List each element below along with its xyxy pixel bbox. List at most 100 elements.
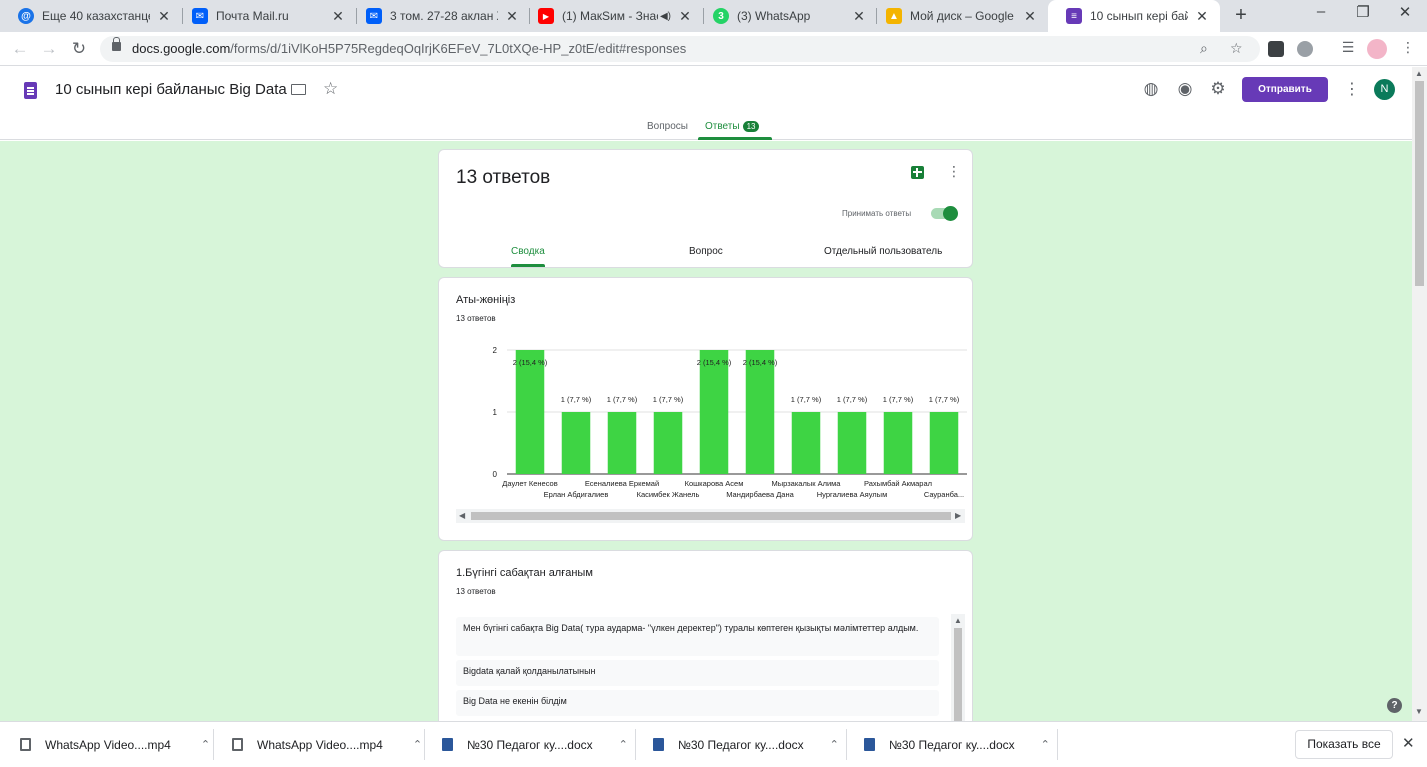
browser-tab-3[interactable]: ✉ 3 том. 27-28 аклан Жі ✕ xyxy=(348,0,530,32)
page-vertical-scrollbar[interactable]: ▲ ▼ xyxy=(1412,67,1427,721)
browser-tab-5[interactable]: 3 (3) WhatsApp ✕ xyxy=(695,0,877,32)
whatsapp-icon: 3 xyxy=(713,8,729,24)
close-icon[interactable]: ✕ xyxy=(1194,8,1210,25)
browser-tab-4[interactable]: ▶ (1) МакSим - Знас ◀) ✕ xyxy=(520,0,703,32)
more-vert-icon[interactable]: ⋮ xyxy=(947,163,961,180)
category-label: Касимбек Жанель xyxy=(637,490,700,499)
browser-tab-2[interactable]: ✉ Почта Mail.ru ✕ xyxy=(174,0,356,32)
minimize-icon[interactable]: – xyxy=(1306,3,1336,20)
speaker-icon[interactable]: ◀) xyxy=(660,11,671,22)
more-vert-icon[interactable]: ⋮ xyxy=(1344,79,1360,99)
close-downloads-icon[interactable]: ✕ xyxy=(1402,734,1415,752)
reading-list-icon[interactable]: ☰ xyxy=(1337,39,1359,56)
browser-tab-strip: @ Еще 40 казахстанцев з ✕ ✉ Почта Mail.r… xyxy=(0,0,1427,32)
help-icon[interactable]: ? xyxy=(1387,698,1402,713)
lock-icon xyxy=(112,37,121,51)
download-item[interactable]: WhatsApp Video....mp4 ⌃ xyxy=(232,722,422,767)
browser-tab-1[interactable]: @ Еще 40 казахстанцев з ✕ xyxy=(0,0,182,32)
bar xyxy=(699,350,729,474)
close-icon[interactable]: ✕ xyxy=(504,8,520,25)
close-icon[interactable]: ✕ xyxy=(330,8,346,25)
scrollbar-thumb[interactable] xyxy=(471,512,951,520)
scrollbar-thumb[interactable] xyxy=(954,628,962,721)
youtube-icon: ▶ xyxy=(538,8,554,24)
url-text[interactable]: docs.google.com/forms/d/1iVlKoH5P75Regde… xyxy=(132,41,686,56)
forward-icon[interactable]: → xyxy=(38,39,60,59)
download-item[interactable]: №30 Педагог ку....docx ⌃ xyxy=(653,722,839,767)
accept-responses-toggle[interactable] xyxy=(931,206,958,221)
browser-menu-icon[interactable]: ⋮ xyxy=(1397,39,1419,56)
chevron-up-icon[interactable]: ⌃ xyxy=(413,738,422,751)
subtab-underline xyxy=(511,264,545,267)
scroll-up-icon[interactable]: ▲ xyxy=(954,616,962,625)
data-label: 1 (7,7 %) xyxy=(929,395,960,404)
download-divider xyxy=(424,729,425,760)
subtab-summary[interactable]: Сводка xyxy=(511,246,545,257)
zoom-icon[interactable]: ⌕ xyxy=(1200,40,1208,57)
tab-responses[interactable]: Ответы 13 xyxy=(705,121,760,132)
scroll-up-icon[interactable]: ▲ xyxy=(1415,69,1423,78)
category-label: Кошкарова Асем xyxy=(685,479,744,488)
new-tab-icon[interactable]: + xyxy=(1230,4,1252,26)
mail-at-icon: @ xyxy=(18,8,34,24)
chart-horizontal-scrollbar[interactable]: ◀ ▶ xyxy=(456,509,965,523)
scroll-down-icon[interactable]: ▼ xyxy=(1415,707,1423,716)
avatar[interactable]: N xyxy=(1374,79,1395,100)
preview-eye-icon[interactable]: ◉ xyxy=(1174,79,1196,99)
scrollbar-thumb[interactable] xyxy=(1415,81,1424,286)
close-icon[interactable]: ✕ xyxy=(156,8,172,25)
back-icon[interactable]: ← xyxy=(9,39,31,59)
extension-badge-icon[interactable] xyxy=(1268,41,1284,57)
bar xyxy=(837,412,867,474)
close-icon[interactable]: ✕ xyxy=(1022,8,1038,25)
chevron-up-icon[interactable]: ⌃ xyxy=(830,738,839,751)
chevron-up-icon[interactable]: ⌃ xyxy=(1041,738,1050,751)
subtab-question[interactable]: Вопрос xyxy=(689,246,723,257)
browser-tab-7-active[interactable]: ≡ 10 сынып кері байлан ✕ xyxy=(1048,0,1220,32)
url-omnibox[interactable]: docs.google.com/forms/d/1iVlKoH5P75Regde… xyxy=(100,36,1260,62)
form-title[interactable]: 10 сынып кері байланыс Big Data xyxy=(55,81,287,98)
download-item[interactable]: WhatsApp Video....mp4 ⌃ xyxy=(20,722,210,767)
close-icon[interactable]: ✕ xyxy=(677,8,693,25)
data-label: 1 (7,7 %) xyxy=(607,395,638,404)
download-item[interactable]: №30 Педагог ку....docx ⌃ xyxy=(442,722,628,767)
chevron-up-icon[interactable]: ⌃ xyxy=(619,738,628,751)
url-host: docs.google.com xyxy=(132,41,231,56)
send-button[interactable]: Отправить xyxy=(1242,77,1328,102)
responses-count-badge: 13 xyxy=(742,121,760,132)
sheets-icon[interactable] xyxy=(911,166,924,179)
palette-icon[interactable]: ◍ xyxy=(1140,79,1162,99)
reload-icon[interactable]: ↻ xyxy=(68,39,90,59)
settings-gear-icon[interactable]: ⚙ xyxy=(1207,79,1229,99)
scroll-left-icon[interactable]: ◀ xyxy=(459,511,465,520)
close-icon[interactable]: ✕ xyxy=(851,8,867,25)
extension-globe-icon[interactable] xyxy=(1297,41,1313,57)
chevron-up-icon[interactable]: ⌃ xyxy=(201,738,210,751)
forms-icon: ≡ xyxy=(1066,8,1082,24)
profile-avatar-icon[interactable] xyxy=(1367,39,1387,59)
download-divider xyxy=(635,729,636,760)
tab-questions[interactable]: Вопросы xyxy=(647,121,688,132)
browser-tab-title: Почта Mail.ru xyxy=(216,9,289,23)
window-close-icon[interactable]: ✕ xyxy=(1390,3,1420,21)
answer-item: Big Data не екенін білдім xyxy=(456,690,939,716)
subtab-individual[interactable]: Отдельный пользователь xyxy=(824,246,942,257)
data-label: 2 (15,4 %) xyxy=(697,358,732,367)
category-label: Ерлан Абдигалиев xyxy=(544,490,609,499)
bookmark-star-icon[interactable]: ☆ xyxy=(1230,40,1243,57)
show-all-downloads-button[interactable]: Показать все xyxy=(1295,730,1393,759)
forms-logo-icon[interactable] xyxy=(24,82,37,99)
browser-tab-6[interactable]: ▲ Мой диск – Google Дг ✕ xyxy=(868,0,1048,32)
restore-icon[interactable]: ❐ xyxy=(1348,3,1378,21)
y-tick-label: 0 xyxy=(493,470,498,479)
star-icon[interactable]: ☆ xyxy=(323,79,338,99)
category-label: Мандирбаева Дана xyxy=(726,490,794,499)
question-card-learned: 1.Бүгінгі сабақтан алғаным 13 ответов Ме… xyxy=(438,550,973,721)
download-filename: №30 Педагог ку....docx xyxy=(889,737,1015,752)
folder-icon[interactable] xyxy=(291,84,306,95)
download-item[interactable]: №30 Педагог ку....docx ⌃ xyxy=(864,722,1050,767)
category-label: Мырзакалык Алима xyxy=(772,479,842,488)
answers-scrollbar[interactable]: ▲ xyxy=(951,614,965,721)
video-file-icon xyxy=(232,738,243,751)
scroll-right-icon[interactable]: ▶ xyxy=(955,511,961,520)
